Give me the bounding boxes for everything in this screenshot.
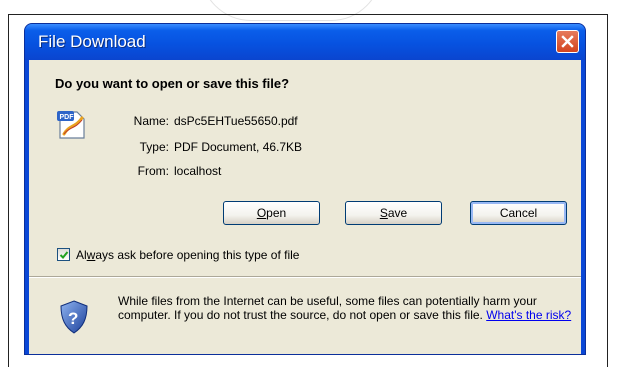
close-icon	[561, 35, 574, 48]
warning-message: While files from the Internet can be use…	[118, 294, 578, 322]
dialog-bottom-border	[25, 354, 585, 355]
checkmark-icon	[59, 251, 69, 259]
security-shield-question-icon: ?	[59, 300, 89, 339]
open-accel-key: O	[256, 206, 267, 220]
svg-text:PDF: PDF	[60, 114, 75, 121]
label-part-1: Al	[76, 248, 87, 262]
label-part-2: ays ask before opening this type of file	[95, 248, 300, 262]
file-source-value: localhost	[174, 164, 222, 178]
cancel-button[interactable]: Cancel	[470, 201, 567, 225]
file-download-dialog: File Download Do you want to open or sav…	[25, 24, 585, 354]
dialog-body: Do you want to open or save this file? P…	[29, 60, 581, 354]
svg-text:?: ?	[68, 309, 78, 328]
always-ask-label[interactable]: Always ask before opening this type of f…	[76, 248, 299, 262]
watermark	[200, 0, 382, 21]
page-border-top	[8, 14, 608, 15]
dialog-title: File Download	[38, 32, 146, 51]
divider-highlight	[29, 277, 581, 278]
file-type-value: PDF Document, 46.7KB	[174, 140, 303, 154]
file-name-value: dsPc5EHTue55650.pdf	[174, 114, 298, 128]
warning-text: While files from the Internet can be use…	[118, 294, 537, 322]
close-button[interactable]	[556, 30, 579, 53]
save-button[interactable]: Save	[345, 201, 442, 225]
save-label-rest: ave	[387, 206, 408, 220]
open-button[interactable]: Open	[223, 201, 320, 225]
type-label: Type:	[139, 140, 169, 154]
prompt-question: Do you want to open or save this file?	[55, 76, 290, 91]
from-label: From:	[137, 164, 169, 178]
name-label: Name:	[133, 114, 169, 128]
save-accel-key: S	[379, 206, 388, 220]
open-label-rest: pen	[266, 206, 287, 220]
page-border-right	[607, 14, 608, 367]
whats-the-risk-link[interactable]: What's the risk?	[486, 308, 571, 322]
page-border-left	[8, 14, 9, 367]
always-ask-checkbox[interactable]	[57, 248, 70, 261]
title-bar[interactable]: File Download	[25, 24, 585, 60]
